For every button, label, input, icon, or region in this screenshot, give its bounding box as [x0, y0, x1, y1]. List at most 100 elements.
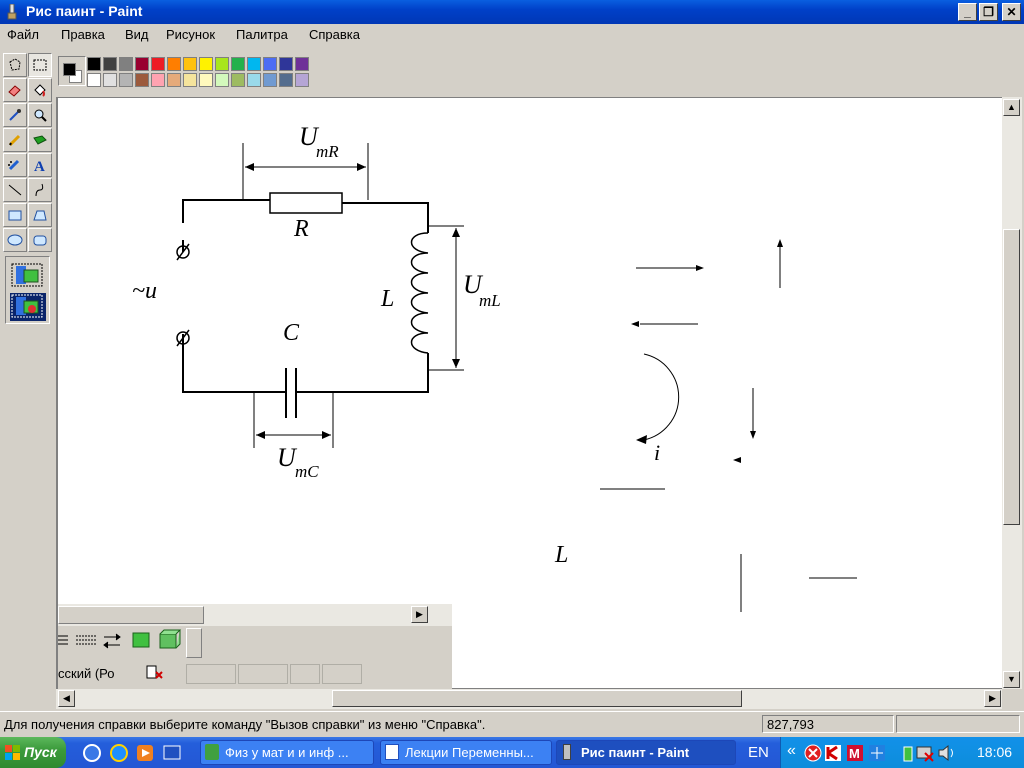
- color-swatch[interactable]: [263, 57, 277, 71]
- color-swatch[interactable]: [183, 57, 197, 71]
- color-swatch[interactable]: [247, 57, 261, 71]
- drawing-canvas[interactable]: U mR R ~u L U mL C U mC i L: [58, 98, 1002, 688]
- vertical-scrollbar[interactable]: ▲ ▼: [1002, 97, 1022, 689]
- magnifier-tool[interactable]: [28, 103, 52, 127]
- free-select-tool[interactable]: [3, 53, 27, 77]
- tray-icons: M: [804, 744, 953, 762]
- rect-select-tool[interactable]: [28, 53, 52, 77]
- menu-help[interactable]: Справка: [309, 27, 360, 42]
- umr-label: U: [299, 122, 318, 151]
- tool-options-box: [5, 256, 50, 324]
- color-swatch[interactable]: [295, 57, 309, 71]
- restore-button[interactable]: ❐: [979, 3, 998, 21]
- resistor: [269, 192, 343, 214]
- show-desktop-icon: [163, 745, 181, 760]
- task-lekcii[interactable]: Лекции Переменны...: [380, 740, 552, 765]
- color-swatch[interactable]: [215, 57, 229, 71]
- opaque-option[interactable]: [10, 262, 46, 289]
- eraser-icon: [8, 85, 21, 97]
- color-swatch[interactable]: [135, 73, 149, 87]
- color-swatch[interactable]: [199, 57, 213, 71]
- curve-tool[interactable]: [28, 178, 52, 202]
- eyedropper-tool[interactable]: [3, 103, 27, 127]
- menu-view[interactable]: Вид: [125, 27, 149, 42]
- color-swatch[interactable]: [199, 73, 213, 87]
- brush-tool[interactable]: [28, 128, 52, 152]
- scroll-up-button[interactable]: ▲: [1003, 99, 1020, 116]
- polygon-tool[interactable]: [28, 203, 52, 227]
- horizontal-scrollbar[interactable]: ◀ ▶: [56, 689, 1002, 709]
- umr-subscript: mR: [316, 142, 339, 161]
- eraser-tool[interactable]: [3, 78, 27, 102]
- menu-edit[interactable]: Правка: [61, 27, 105, 42]
- text-tool[interactable]: A: [28, 153, 52, 177]
- fill-icon: [34, 84, 46, 97]
- rectangle-tool[interactable]: [3, 203, 27, 227]
- color-swatch[interactable]: [279, 73, 293, 87]
- fragment-language-text: сский (Ро: [58, 666, 115, 681]
- polygon-icon: [33, 210, 47, 221]
- color-swatch[interactable]: [263, 73, 277, 87]
- menu-image[interactable]: Рисунок: [166, 27, 215, 42]
- color-swatch[interactable]: [103, 73, 117, 87]
- task-paint[interactable]: Рис паинт - Paint: [556, 740, 736, 765]
- uml-subscript: mL: [479, 291, 501, 310]
- volume-icon: [938, 744, 949, 762]
- color-swatch[interactable]: [167, 73, 181, 87]
- color-swatch[interactable]: [167, 57, 181, 71]
- current-colors[interactable]: [58, 56, 86, 86]
- menu-file[interactable]: Файл: [7, 27, 39, 42]
- airbrush-tool[interactable]: [3, 153, 27, 177]
- color-swatch[interactable]: [135, 57, 149, 71]
- inductor-coil: [410, 232, 429, 354]
- capacitor-label: C: [283, 320, 300, 346]
- color-swatch[interactable]: [183, 73, 197, 87]
- inductor-label: L: [381, 286, 395, 312]
- fragment-toolbar-dropdown[interactable]: [186, 628, 202, 658]
- overlapping-window-fragment: ▶ сский (Ро: [58, 604, 452, 690]
- color-swatch[interactable]: [231, 73, 245, 87]
- wire-bottom-right: [296, 353, 429, 393]
- close-button[interactable]: ✕: [1002, 3, 1021, 21]
- scroll-left-button[interactable]: ◀: [58, 690, 75, 707]
- fill-tool[interactable]: [28, 78, 52, 102]
- menu-palette[interactable]: Палитра: [236, 27, 288, 42]
- brush-icon: [33, 135, 47, 145]
- rounded-rect-tool[interactable]: [28, 228, 52, 252]
- wire-top-right: [342, 202, 429, 233]
- color-swatch[interactable]: [231, 57, 245, 71]
- tray-expand-chevron[interactable]: «: [787, 742, 796, 760]
- task-fiz-u-mat[interactable]: Физ у мат и и инф ...: [200, 740, 374, 765]
- ellipse-tool[interactable]: [3, 228, 27, 252]
- color-swatch[interactable]: [295, 73, 309, 87]
- transparent-option[interactable]: [10, 293, 46, 321]
- horizontal-scroll-thumb[interactable]: [332, 690, 742, 707]
- color-swatch[interactable]: [87, 57, 101, 71]
- color-swatch[interactable]: [151, 73, 165, 87]
- scroll-down-button[interactable]: ▼: [1003, 671, 1020, 688]
- language-indicator[interactable]: EN: [748, 744, 769, 761]
- vertical-scroll-thumb[interactable]: [1003, 229, 1020, 525]
- pencil-icon: [8, 134, 21, 147]
- pencil-tool[interactable]: [3, 128, 27, 152]
- color-swatch[interactable]: [103, 57, 117, 71]
- fragment-scrollbar[interactable]: ▶: [58, 604, 452, 626]
- color-swatch[interactable]: [119, 73, 133, 87]
- color-swatch[interactable]: [247, 73, 261, 87]
- color-swatch[interactable]: [151, 57, 165, 71]
- scroll-right-button[interactable]: ▶: [984, 690, 1001, 707]
- fragment-toolbar: [58, 626, 204, 660]
- title-bar[interactable]: Рис паинт - Paint _ ❐ ✕: [0, 0, 1024, 24]
- start-button[interactable]: Пуск: [0, 737, 66, 768]
- color-swatch[interactable]: [119, 57, 133, 71]
- svg-text:A: A: [34, 159, 45, 173]
- system-tray: « M 18:06: [780, 737, 1024, 768]
- line-tool[interactable]: [3, 178, 27, 202]
- color-swatch[interactable]: [279, 57, 293, 71]
- minimize-button[interactable]: _: [958, 3, 977, 21]
- start-label: Пуск: [24, 744, 57, 760]
- fragment-scroll-right[interactable]: ▶: [411, 606, 428, 623]
- color-swatch[interactable]: [215, 73, 229, 87]
- color-swatch[interactable]: [87, 73, 101, 87]
- internet-explorer-icon: [110, 744, 128, 762]
